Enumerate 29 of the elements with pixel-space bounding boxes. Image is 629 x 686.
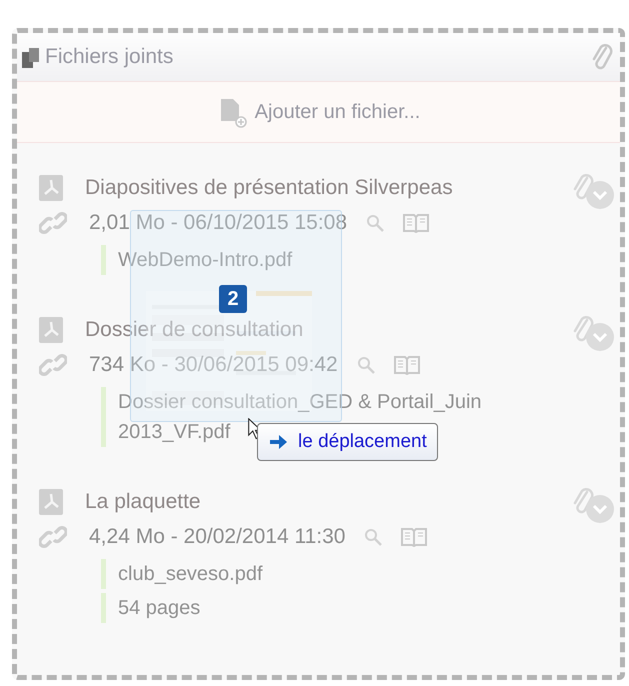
file-detail: 54 pages: [101, 593, 558, 623]
file-info: 2,01 Mo - 06/10/2015 15:08: [89, 211, 348, 235]
link-icon[interactable]: [39, 525, 67, 549]
file-title[interactable]: Diapositives de présentation Silverpeas: [85, 176, 550, 200]
chevron-down-icon[interactable]: [586, 181, 614, 209]
book-icon[interactable]: [394, 355, 420, 375]
chevron-down-icon[interactable]: [586, 495, 614, 523]
count-badge: 2: [219, 285, 247, 313]
file-detail: club_seveso.pdf: [101, 559, 558, 589]
link-icon[interactable]: [39, 211, 67, 235]
search-icon[interactable]: [356, 355, 376, 375]
file-title[interactable]: Dossier de consultation: [85, 318, 550, 342]
file-detail: WebDemo-Intro.pdf: [101, 245, 558, 275]
chevron-down-icon[interactable]: [586, 323, 614, 351]
search-icon[interactable]: [365, 213, 386, 233]
pdf-icon: [39, 489, 63, 515]
file-info: 4,24 Mo - 20/02/2014 11:30: [89, 525, 346, 549]
arrow-right-icon: [268, 433, 288, 451]
panel-title: Fichiers joints: [45, 45, 174, 69]
pdf-icon: [39, 175, 63, 201]
paperclip-icon: [590, 42, 614, 72]
book-icon[interactable]: [401, 527, 428, 547]
book-icon[interactable]: [403, 213, 430, 233]
drag-handle-icon: [20, 46, 42, 70]
search-icon[interactable]: [363, 527, 384, 547]
link-icon[interactable]: [39, 353, 67, 377]
pdf-icon: [39, 317, 63, 343]
file-title[interactable]: La plaquette: [85, 490, 550, 514]
tooltip-text: le déplacement: [298, 431, 427, 453]
